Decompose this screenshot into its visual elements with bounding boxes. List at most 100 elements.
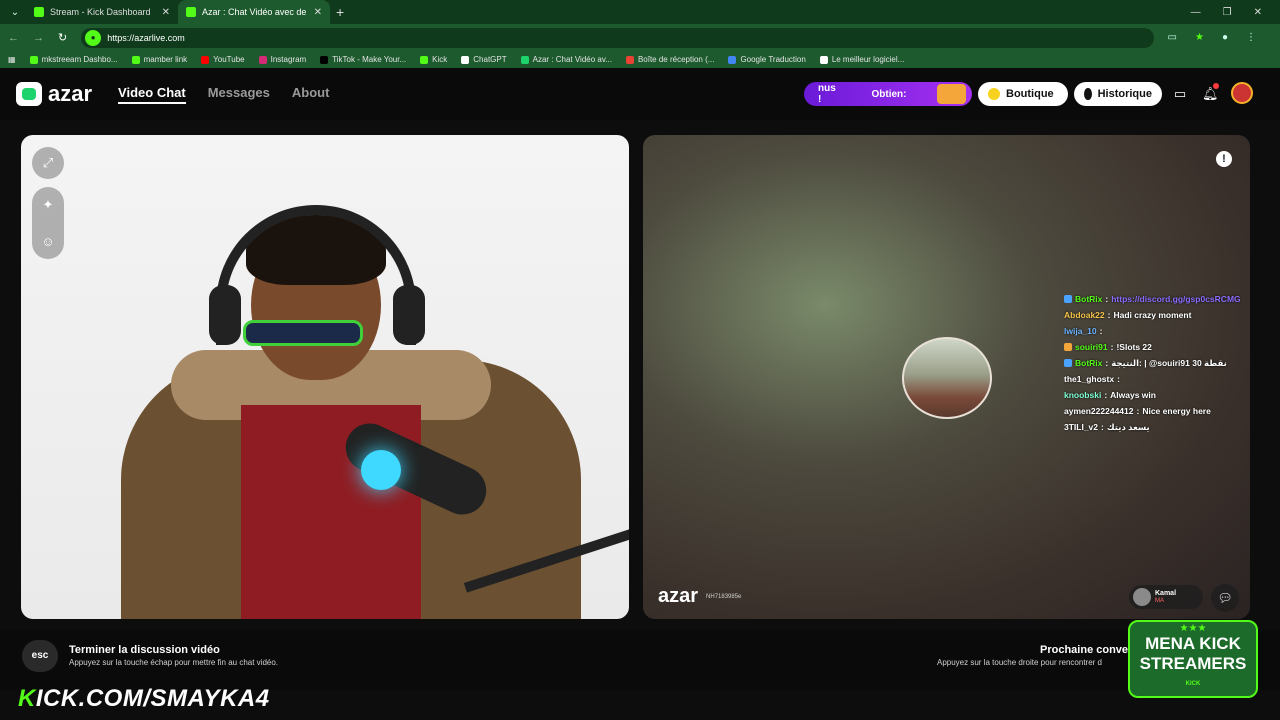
kick-icon xyxy=(131,55,140,64)
bookmark-item[interactable]: Instagram xyxy=(258,55,306,64)
remote-user-chip[interactable]: Kamal MA xyxy=(1129,585,1203,609)
chat-username[interactable]: Abdoak22 xyxy=(1064,310,1105,320)
kick-icon xyxy=(29,55,38,64)
bookmark-item[interactable]: mkstreeam Dashbo... xyxy=(29,55,118,64)
mena-kick-streamers-logo: ★★★ MENA KICK STREAMERS KICK xyxy=(1128,620,1258,698)
end-chat-hint: Appuyez sur la touche échap pour mettre … xyxy=(69,658,279,667)
sunglasses xyxy=(243,320,363,346)
kick-channel-banner: KICK.COM/SMAYKA4 xyxy=(18,685,270,712)
promo-banner[interactable]: nus ! Obtien: xyxy=(804,82,972,106)
instagram-icon xyxy=(258,55,267,64)
profile-avatar[interactable] xyxy=(1231,82,1253,104)
promo-text-1: nus ! xyxy=(818,83,836,105)
youtube-icon xyxy=(201,55,210,64)
address-bar: ← → ↻ ● https://azarlive.com ▭ ★ ● ⋮ xyxy=(0,24,1280,51)
bookmark-star-icon[interactable]: ★ xyxy=(1195,32,1204,43)
bookmark-item[interactable]: ChatGPT xyxy=(461,55,507,64)
stream-chat-overlay: BotRix: https://discord.gg/gsp0csRCMG Abdo… xyxy=(1064,291,1280,435)
bookmark-item[interactable]: Azar : Chat Vidéo av... xyxy=(520,55,612,64)
notification-badge xyxy=(1213,83,1219,89)
microphone-light xyxy=(361,450,401,490)
cast-icon[interactable]: ▭ xyxy=(1168,32,1177,43)
nav-about[interactable]: About xyxy=(292,85,330,104)
bookmark-item[interactable]: Google Traduction xyxy=(728,55,806,64)
esc-button[interactable]: esc xyxy=(22,640,58,672)
close-window-icon[interactable]: ✕ xyxy=(1254,7,1262,18)
bookmarks-bar: ▦ mkstreeam Dashbo... mamber link YouTub… xyxy=(0,51,1280,68)
browser-tab-bar: ⌄ Stream - Kick Dashboard ✕ Azar : Chat … xyxy=(0,0,1280,24)
expand-icon[interactable]: ⤢ xyxy=(32,147,64,179)
close-icon[interactable]: ✕ xyxy=(314,7,322,18)
reload-icon[interactable]: ↻ xyxy=(58,31,67,44)
tiktok-icon xyxy=(320,55,329,64)
kick-icon xyxy=(420,55,429,64)
tab-azar[interactable]: Azar : Chat Vidéo avec de n ✕ xyxy=(178,0,330,24)
chat-username[interactable]: 3TILI_v2 xyxy=(1064,422,1098,432)
bookmark-item[interactable]: Kick xyxy=(420,55,447,64)
tab-search-icon[interactable]: ⌄ xyxy=(4,3,26,21)
bookmark-item[interactable]: YouTube xyxy=(201,55,245,64)
close-icon[interactable]: ✕ xyxy=(162,7,170,18)
url-field[interactable]: ● https://azarlive.com xyxy=(81,27,1154,48)
chat-username[interactable]: BotRix xyxy=(1075,294,1102,304)
azar-icon xyxy=(520,55,529,64)
inbox-icon[interactable]: ▭ xyxy=(1172,86,1188,102)
maximize-icon[interactable]: ❐ xyxy=(1223,7,1232,18)
tab-title: Azar : Chat Vidéo avec de n xyxy=(202,7,308,17)
bookmark-item[interactable]: Boîte de réception (... xyxy=(625,55,714,64)
user-badge-icon xyxy=(1064,295,1072,303)
chat-line: souiri91: !Slots 22 xyxy=(1064,339,1280,355)
remote-user-avatar xyxy=(1133,588,1151,606)
bookmark-item[interactable]: mamber link xyxy=(131,55,187,64)
chat-message: يسعد ديتك xyxy=(1106,421,1150,432)
menu-kebab-icon[interactable]: ⋮ xyxy=(1246,32,1256,43)
chat-line: Abdoak22: Hadi crazy moment xyxy=(1064,310,1192,320)
top-nav: Video Chat Messages About xyxy=(118,85,329,104)
chat-line: the1_ghostx: xyxy=(1064,374,1120,384)
boutique-button[interactable]: Boutique xyxy=(978,82,1068,106)
effects-toolbar: ✦ ☺ xyxy=(32,187,64,259)
chat-bubble-icon[interactable]: 💬︎ xyxy=(1211,584,1239,612)
site-info-icon[interactable]: ● xyxy=(85,29,102,46)
chat-message: !Slots 22 xyxy=(1116,342,1152,352)
azar-favicon-icon xyxy=(186,7,196,17)
chat-message: Hadi crazy moment xyxy=(1113,310,1192,320)
minimize-icon[interactable]: — xyxy=(1191,7,1201,18)
bookmark-item[interactable]: Le meilleur logiciel... xyxy=(819,55,904,64)
chat-line: BotRix: https://discord.gg/gsp0csRCMG xyxy=(1064,291,1280,307)
chat-username[interactable]: aymen222244412 xyxy=(1064,406,1133,416)
azar-watermark: azar NH7183985e xyxy=(658,585,742,607)
profile-icon[interactable]: ● xyxy=(1222,32,1228,43)
history-clock-icon xyxy=(1084,88,1092,100)
chat-username[interactable]: souiri91 xyxy=(1075,342,1108,352)
google-translate-icon xyxy=(728,55,737,64)
kick-favicon-icon xyxy=(34,7,44,17)
chat-username[interactable]: knoobski xyxy=(1064,390,1101,400)
gmail-icon xyxy=(625,55,634,64)
historique-button[interactable]: Historique xyxy=(1074,82,1162,106)
back-arrow-icon[interactable]: ← xyxy=(8,32,19,44)
next-chat-title: Prochaine conve xyxy=(1040,644,1129,656)
apps-grid-icon[interactable]: ▦ xyxy=(8,55,16,64)
chat-line: knoobski: Always win xyxy=(1064,390,1156,400)
nav-video-chat[interactable]: Video Chat xyxy=(118,85,186,104)
forward-arrow-icon[interactable]: → xyxy=(33,32,44,44)
url-text: https://azarlive.com xyxy=(107,32,185,43)
chat-username[interactable]: lwija_10 xyxy=(1064,326,1097,336)
tab-kick-dashboard[interactable]: Stream - Kick Dashboard ✕ xyxy=(26,0,178,24)
mask-sticker-icon[interactable]: ☺ xyxy=(32,223,64,259)
new-tab-plus-icon[interactable]: + xyxy=(336,4,344,20)
gift-icon xyxy=(936,84,966,104)
report-shield-icon[interactable]: ! xyxy=(1216,151,1232,167)
nav-messages[interactable]: Messages xyxy=(208,85,270,104)
chat-username[interactable]: the1_ghostx xyxy=(1064,374,1114,384)
azar-logo[interactable]: azar xyxy=(16,81,92,107)
gem-icon xyxy=(988,88,1000,100)
next-chat-hint: Appuyez sur la touche droite pour rencon… xyxy=(937,658,1102,667)
chat-message: Always win xyxy=(1110,390,1156,400)
bookmark-item[interactable]: TikTok - Make Your... xyxy=(320,55,406,64)
end-chat-title: Terminer la discussion vidéo xyxy=(69,644,220,656)
magic-wand-icon[interactable]: ✦ xyxy=(32,187,64,223)
chat-username[interactable]: BotRix xyxy=(1075,358,1102,368)
chat-message: https://discord.gg/gsp0csRCMG xyxy=(1111,294,1241,304)
